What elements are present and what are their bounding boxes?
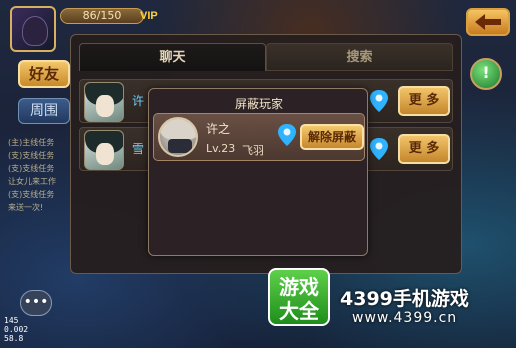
avatar[interactable] <box>158 117 198 157</box>
tab-friends[interactable]: 好友 <box>18 60 70 88</box>
hp-text: 86/150 <box>82 9 122 22</box>
vip-badge: VIP <box>140 10 158 22</box>
tab-search[interactable]: 搜索 <box>266 43 453 71</box>
debug-stats: 145 0.002 58.8 <box>4 316 28 343</box>
blocked-player-faction: 飞羽 <box>242 144 264 157</box>
dialog-title: 屏蔽玩家 <box>234 97 283 111</box>
blocked-players-dialog: 屏蔽玩家 许之 Lv.23 飞羽 解除屏蔽 <box>148 88 368 256</box>
watermark-logo-line: 游戏 <box>279 275 319 299</box>
tab-chat[interactable]: 聊天 <box>79 43 266 71</box>
back-button[interactable] <box>466 8 510 36</box>
arrow-left-icon <box>475 14 501 30</box>
friend-name: 许 <box>132 94 145 108</box>
location-pin-icon[interactable] <box>370 90 388 112</box>
avatar[interactable] <box>84 82 124 122</box>
blocked-player-name: 许之 <box>206 122 231 136</box>
location-pin-icon[interactable] <box>278 124 296 146</box>
watermark-url: www.4399.cn <box>352 310 458 326</box>
location-pin-icon[interactable] <box>370 138 388 160</box>
blocked-player-level: Lv.23 <box>206 142 236 155</box>
quest-line: 让女儿来工作 <box>8 177 56 186</box>
hp-bar: 86/150 <box>60 8 144 24</box>
watermark-site-name: 4399手机游戏 <box>340 288 469 310</box>
friend-name: 雪 <box>132 142 145 156</box>
watermark-logo: 游戏 大全 <box>268 268 330 326</box>
quest-line: (支)支线任务 <box>8 164 55 173</box>
quest-line: 来送一次! <box>8 203 44 212</box>
quest-line: (支)支线任务 <box>8 151 55 160</box>
blocked-player-row[interactable]: 许之 Lv.23 飞羽 解除屏蔽 <box>153 113 365 161</box>
avatar[interactable] <box>84 130 124 170</box>
alert-orb-icon[interactable] <box>470 58 502 90</box>
quest-line: (支)支线任务 <box>8 190 55 199</box>
more-button[interactable]: 更 多 <box>398 86 450 116</box>
quest-line: (主)主线任务 <box>8 138 55 147</box>
player-avatar[interactable] <box>10 6 56 52</box>
watermark-logo-line: 大全 <box>279 299 319 323</box>
quest-tracker[interactable]: (主)主线任务 (支)支线任务 (支)支线任务 让女儿来工作 (支)支线任务 来… <box>8 136 72 214</box>
more-button[interactable]: 更 多 <box>398 134 450 164</box>
debug-line: 0.002 <box>4 325 29 334</box>
unblock-button[interactable]: 解除屏蔽 <box>300 124 364 150</box>
debug-line: 145 <box>4 316 19 325</box>
panel-tabbar: 聊天 搜索 <box>79 43 453 71</box>
debug-line: 58.8 <box>4 334 24 343</box>
chat-bubble-icon[interactable]: ••• <box>20 290 52 316</box>
tab-nearby[interactable]: 周围 <box>18 98 70 124</box>
